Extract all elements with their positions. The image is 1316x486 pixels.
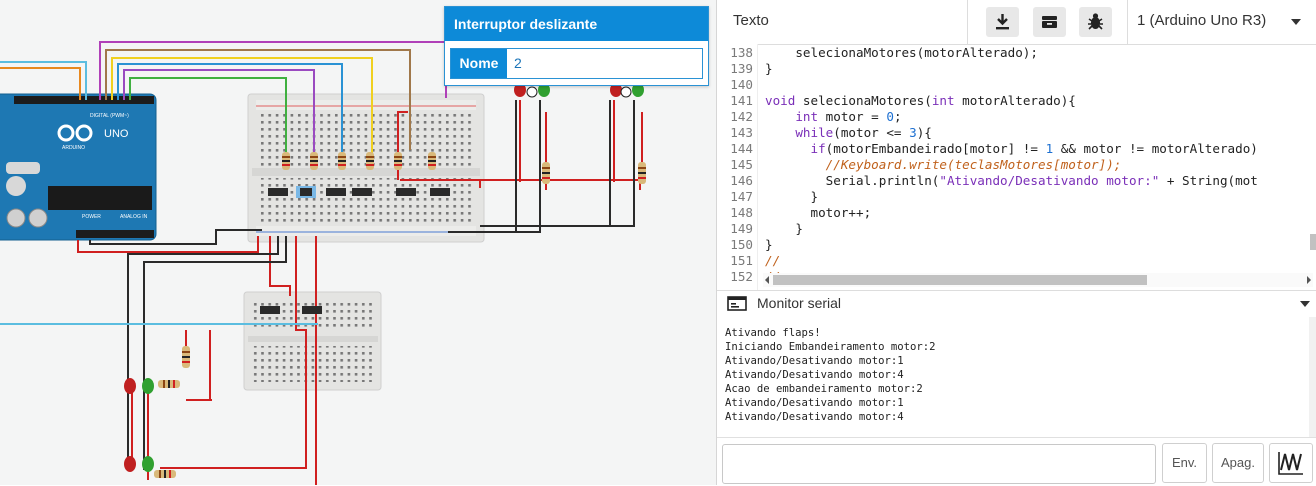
serial-input[interactable] — [722, 444, 1156, 484]
serial-monitor-header[interactable]: Monitor serial — [717, 290, 1316, 318]
line-number-gutter: 138 139 140 141 142 143 144 145 146 147 … — [717, 44, 758, 290]
serial-scrollbar[interactable] — [1309, 317, 1316, 437]
bug-icon — [1088, 13, 1103, 30]
toolbar-divider — [1127, 0, 1128, 44]
serial-line: Ativando/Desativando motor:1 — [725, 355, 904, 367]
code-line: } — [765, 221, 803, 236]
line-number: 150 — [730, 237, 753, 252]
serial-output: Ativando flaps! Iniciando Embandeirament… — [717, 317, 1309, 437]
send-button[interactable]: Env. — [1162, 443, 1207, 483]
download-button[interactable] — [986, 7, 1019, 37]
inspector-title: Interruptor deslizante — [445, 7, 708, 41]
debugger-button[interactable] — [1079, 7, 1112, 37]
serial-line: Acao de embandeiramento motor:2 — [725, 383, 923, 395]
board-select[interactable]: 1 (Arduino Uno R3) — [1137, 0, 1266, 44]
line-number: 149 — [730, 221, 753, 236]
line-number: 145 — [730, 157, 753, 172]
line-number: 143 — [730, 125, 753, 140]
serial-line: Ativando/Desativando motor:1 — [725, 397, 904, 409]
line-number: 138 — [730, 45, 753, 60]
line-number: 146 — [730, 173, 753, 188]
circuit-canvas[interactable]: UNO ARDUINO DIGITAL (PWM~) ANALOG IN POW… — [0, 0, 716, 485]
code-line: motor++; — [765, 205, 872, 220]
code-line: //Keyboard.write(teclasMotores[motor]); — [825, 157, 1122, 172]
name-field-input[interactable]: 2 — [514, 49, 522, 78]
library-button[interactable] — [1033, 7, 1066, 37]
waveform-icon — [1278, 452, 1303, 475]
serial-line: Ativando/Desativando motor:4 — [725, 369, 904, 381]
line-number: 139 — [730, 61, 753, 76]
clear-button[interactable]: Apag. — [1212, 443, 1264, 483]
toolbar-divider — [967, 0, 968, 44]
code-line: Serial.println("Ativando/Desativando mot… — [765, 173, 1258, 188]
code-line: while(motor <= 3){ — [795, 125, 932, 140]
name-field-label: Nome — [451, 49, 507, 78]
line-number: 140 — [730, 77, 753, 92]
chevron-down-icon[interactable] — [1291, 19, 1301, 25]
code-line: } — [765, 189, 819, 204]
code-line: } — [765, 237, 773, 252]
name-field-row[interactable]: Nome 2 — [450, 48, 703, 79]
power-pins-label: POWER — [82, 214, 101, 220]
library-icon — [1042, 16, 1057, 28]
component-inspector[interactable]: Interruptor deslizante Nome 2 — [444, 6, 709, 86]
code-toolbar: Texto 1 (Arduino Uno R3) — [717, 0, 1316, 45]
serial-monitor-title: Monitor serial — [757, 295, 842, 311]
line-number: 144 — [730, 141, 753, 156]
serial-line: Ativando/Desativando motor:4 — [725, 411, 904, 423]
code-panel: Texto 1 (Arduino Uno R3) 138 139 140 141… — [716, 0, 1316, 486]
code-line: if(motorEmbandeirado[motor] != 1 && moto… — [810, 141, 1258, 156]
code-editor[interactable]: 138 139 140 141 142 143 144 145 146 147 … — [717, 44, 1316, 290]
code-line: // — [765, 253, 781, 268]
line-number: 148 — [730, 205, 753, 220]
code-line: void selecionaMotores(int motorAlterado)… — [765, 93, 1076, 108]
code-line: } — [765, 61, 773, 76]
graph-button[interactable] — [1269, 443, 1313, 483]
serial-monitor-icon — [727, 296, 747, 311]
chevron-down-icon[interactable] — [1300, 301, 1310, 307]
line-number: 142 — [730, 109, 753, 124]
serial-line: Ativando flaps! — [725, 327, 821, 339]
line-number: 151 — [730, 253, 753, 268]
arduino-model-label: UNO — [104, 128, 129, 140]
serial-input-row: Env. Apag. — [717, 437, 1316, 486]
arduino-brand-label: ARDUINO — [62, 145, 85, 151]
code-line: selecionaMotores(motorAlterado); — [765, 45, 1038, 60]
line-number: 152 — [730, 269, 753, 284]
line-number: 141 — [730, 93, 753, 108]
analog-pins-label: ANALOG IN — [120, 214, 148, 220]
line-number: 147 — [730, 189, 753, 204]
horizontal-scrollbar[interactable] — [763, 273, 1313, 287]
serial-line: Iniciando Embandeiramento motor:2 — [725, 341, 936, 353]
editor-mode-select[interactable]: Texto — [733, 0, 769, 42]
download-icon — [996, 14, 1009, 30]
vertical-scrollbar-thumb[interactable] — [1310, 234, 1316, 250]
digital-pins-label: DIGITAL (PWM~) — [90, 113, 129, 119]
code-line: int motor = 0; — [795, 109, 902, 124]
